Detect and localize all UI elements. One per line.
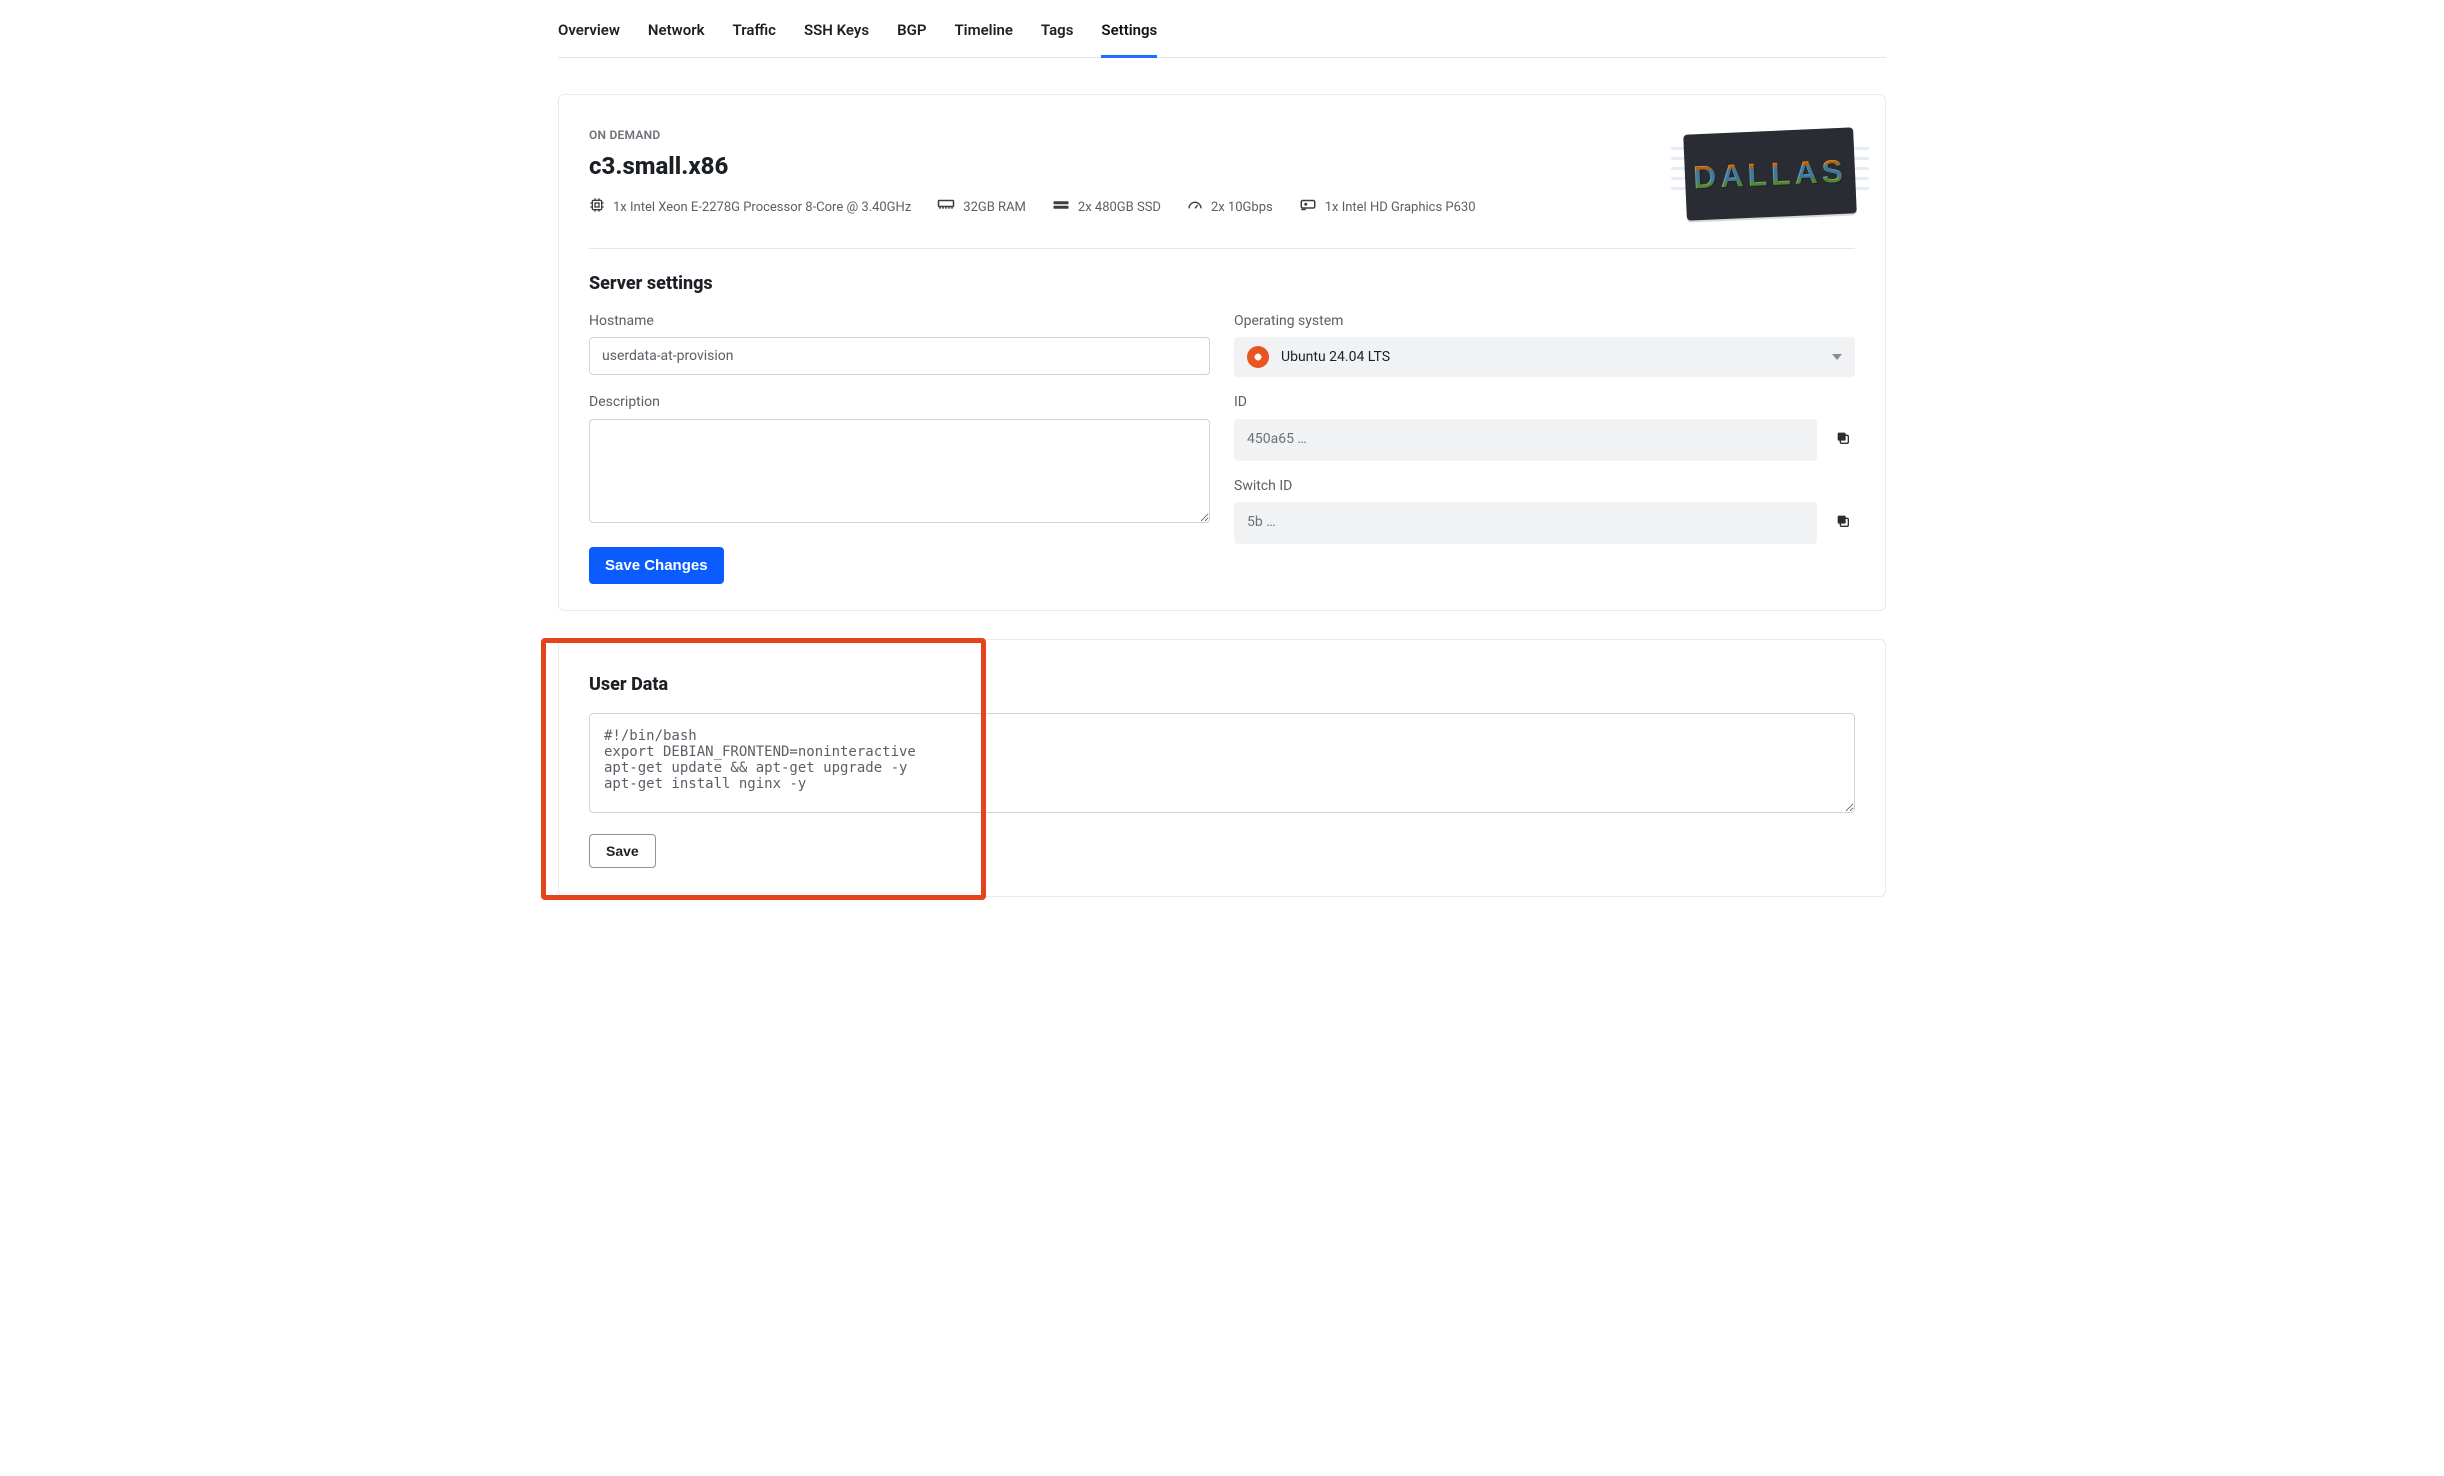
tab-tags[interactable]: Tags	[1041, 8, 1074, 58]
spec-ram-text: 32GB RAM	[963, 199, 1026, 217]
os-field: Operating system Ubuntu 24.04 LTS	[1234, 312, 1855, 378]
spec-gpu: 1x Intel HD Graphics P630	[1299, 198, 1476, 218]
spec-gpu-text: 1x Intel HD Graphics P630	[1325, 199, 1476, 217]
hostname-field: Hostname	[589, 312, 1210, 376]
right-column: Operating system Ubuntu 24.04 LTS ID 450…	[1234, 312, 1855, 584]
tab-network[interactable]: Network	[648, 8, 705, 58]
spec-cpu-text: 1x Intel Xeon E-2278G Processor 8-Core @…	[613, 199, 911, 217]
region-artwork: DALLAS	[1685, 131, 1855, 217]
os-selected-text: Ubuntu 24.04 LTS	[1281, 348, 1390, 368]
id-readonly: 450a65 …	[1234, 419, 1817, 461]
chevron-down-icon	[1832, 354, 1842, 360]
save-user-data-button[interactable]: Save	[589, 834, 656, 868]
spec-disk-text: 2x 480GB SSD	[1078, 199, 1161, 217]
switch-id-field: Switch ID 5b …	[1234, 477, 1855, 544]
spec-disk: 2x 480GB SSD	[1052, 199, 1161, 217]
cpu-icon	[589, 197, 605, 219]
server-settings-card: ON DEMAND c3.small.x86 1x Intel Xeon E-2…	[558, 94, 1886, 611]
switch-id-label: Switch ID	[1234, 477, 1855, 497]
tab-bgp[interactable]: BGP	[897, 8, 926, 58]
spec-nic-text: 2x 10Gbps	[1211, 199, 1273, 217]
left-column: Hostname Description Save Changes	[589, 312, 1210, 584]
user-data-card: User Data Save	[558, 639, 1886, 897]
tab-settings[interactable]: Settings	[1101, 8, 1157, 58]
switch-id-readonly: 5b …	[1234, 502, 1817, 544]
hostname-input[interactable]	[589, 337, 1210, 375]
server-header-text: ON DEMAND c3.small.x86 1x Intel Xeon E-2…	[589, 127, 1476, 238]
id-field: ID 450a65 …	[1234, 393, 1855, 460]
gauge-icon	[1187, 198, 1203, 218]
spec-cpu: 1x Intel Xeon E-2278G Processor 8-Core @…	[589, 197, 911, 219]
memory-icon	[937, 198, 955, 218]
os-label: Operating system	[1234, 312, 1855, 332]
copy-switch-id-button[interactable]	[1831, 509, 1855, 536]
section-title-server-settings: Server settings	[589, 271, 1855, 296]
plan-eyebrow: ON DEMAND	[589, 127, 1476, 144]
tab-timeline[interactable]: Timeline	[954, 8, 1012, 58]
hostname-label: Hostname	[589, 312, 1210, 332]
tab-traffic[interactable]: Traffic	[733, 8, 776, 58]
tab-overview[interactable]: Overview	[558, 8, 620, 58]
description-textarea[interactable]	[589, 419, 1210, 523]
copy-id-button[interactable]	[1831, 426, 1855, 453]
gpu-icon	[1299, 198, 1317, 218]
os-select[interactable]: Ubuntu 24.04 LTS	[1234, 337, 1855, 377]
description-field: Description	[589, 393, 1210, 523]
spec-ram: 32GB RAM	[937, 198, 1026, 218]
ubuntu-icon	[1247, 346, 1269, 368]
save-changes-button[interactable]: Save Changes	[589, 547, 724, 584]
tab-ssh-keys[interactable]: SSH Keys	[804, 8, 869, 58]
divider	[589, 248, 1855, 249]
id-label: ID	[1234, 393, 1855, 413]
region-artwork-text: DALLAS	[1692, 148, 1848, 199]
disk-icon	[1052, 199, 1070, 217]
description-label: Description	[589, 393, 1210, 413]
spec-row: 1x Intel Xeon E-2278G Processor 8-Core @…	[589, 197, 1476, 219]
section-title-user-data: User Data	[589, 672, 1855, 697]
copy-icon	[1835, 434, 1851, 449]
tab-bar: Overview Network Traffic SSH Keys BGP Timelin…	[558, 0, 1886, 58]
copy-icon	[1835, 517, 1851, 532]
spec-nic: 2x 10Gbps	[1187, 198, 1273, 218]
plan-title: c3.small.x86	[589, 150, 1476, 184]
user-data-textarea[interactable]	[589, 713, 1855, 813]
